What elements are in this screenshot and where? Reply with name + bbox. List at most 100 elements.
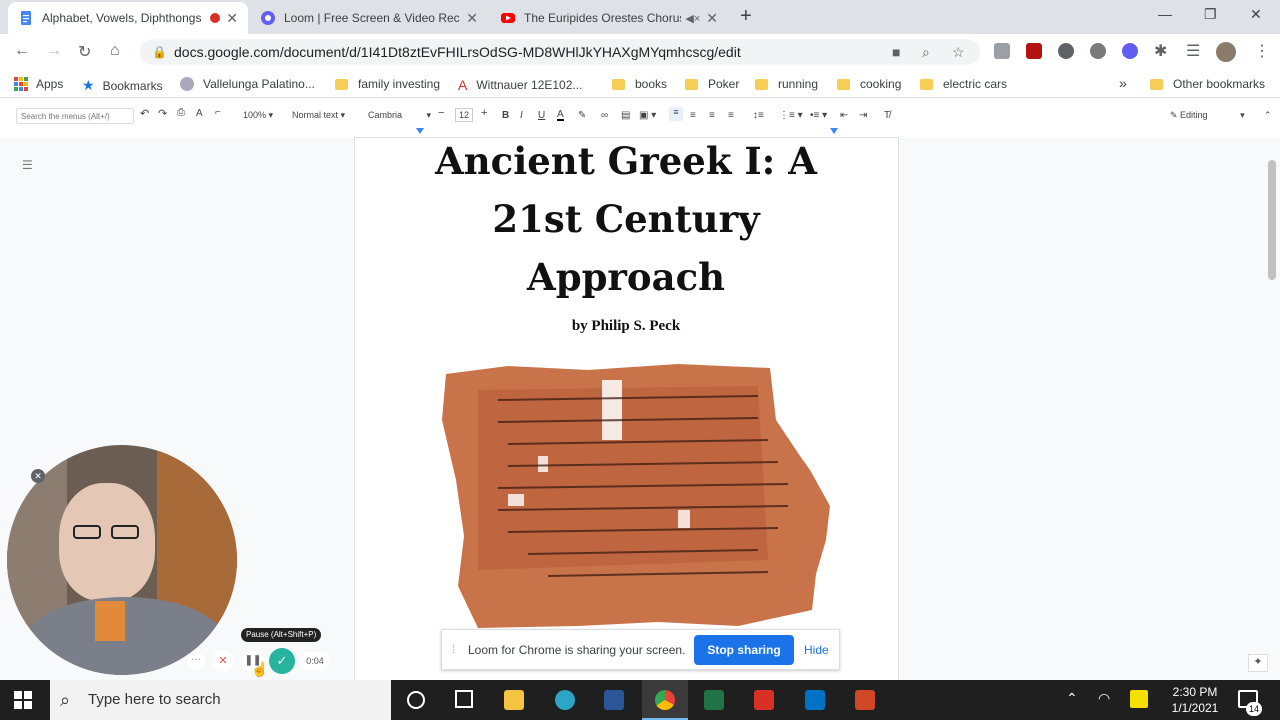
bookmark-bookmarks[interactable]: ★ Bookmarks: [82, 77, 163, 94]
font-size-input[interactable]: 12: [455, 108, 473, 122]
font-select[interactable]: Cambria ▾: [368, 110, 431, 121]
scrollbar-thumb[interactable]: [1268, 160, 1276, 280]
bookmark-wittnauer[interactable]: A Wittnauer 12E102...: [458, 77, 582, 93]
extension-icon[interactable]: [994, 43, 1010, 59]
folder-icon: [837, 78, 850, 90]
increase-font-icon[interactable]: +: [481, 107, 487, 119]
system-clock[interactable]: 2:30 PM 1/1/2021: [1160, 684, 1230, 716]
spellcheck-icon[interactable]: A: [196, 108, 203, 119]
stop-sharing-button[interactable]: Stop sharing: [694, 635, 794, 665]
explore-icon[interactable]: ✦: [1248, 654, 1268, 672]
mode-select[interactable]: ✎ Editing ▾: [1170, 110, 1245, 121]
close-bubble-icon[interactable]: ✕: [31, 469, 45, 483]
bookmark-books[interactable]: books: [612, 77, 667, 91]
close-icon[interactable]: ✕: [226, 10, 238, 27]
outline-icon[interactable]: ☰: [22, 158, 33, 172]
bookmark-vallelunga[interactable]: Vallelunga Palatino...: [180, 77, 315, 91]
print-icon[interactable]: ⎙: [177, 107, 185, 118]
justify-icon[interactable]: ≡: [728, 110, 734, 121]
menu-icon[interactable]: ⋮: [1254, 41, 1270, 61]
chevron-right-icon[interactable]: »: [1119, 75, 1127, 91]
decrease-font-icon[interactable]: −: [438, 107, 444, 119]
wifi-icon[interactable]: ◠: [1098, 690, 1110, 707]
bookmark-running[interactable]: running: [755, 77, 818, 91]
bookmark-other[interactable]: Other bookmarks: [1150, 77, 1265, 91]
menu-search-input[interactable]: Search the menus (Alt+/): [16, 108, 134, 124]
forward-icon[interactable]: →: [46, 42, 62, 60]
tab-docs[interactable]: Alphabet, Vowels, Diphthongs ✕: [8, 2, 248, 34]
image-icon[interactable]: ▣ ▾: [639, 110, 656, 121]
hide-button[interactable]: Hide: [804, 643, 829, 657]
comment-icon[interactable]: ▤: [621, 110, 630, 121]
bulleted-list-icon[interactable]: •≡ ▾: [810, 110, 827, 121]
text-color-icon[interactable]: A: [557, 110, 564, 121]
underline-icon[interactable]: U: [538, 110, 545, 121]
ublock-icon[interactable]: [1026, 43, 1042, 59]
reload-icon[interactable]: ↻: [78, 42, 91, 62]
increase-indent-icon[interactable]: ⇥: [859, 110, 867, 121]
more-options-icon[interactable]: ···: [187, 652, 205, 670]
close-icon[interactable]: ✕: [706, 10, 718, 27]
italic-icon[interactable]: I: [520, 110, 523, 121]
close-window-button[interactable]: ✕: [1250, 6, 1262, 23]
back-icon[interactable]: ←: [14, 42, 30, 60]
star-icon[interactable]: ☆: [952, 39, 965, 65]
title-line: Ancient Greek I: A: [435, 139, 817, 183]
edge-icon[interactable]: [555, 690, 575, 710]
restore-button[interactable]: ❐: [1204, 6, 1217, 23]
tab-loom[interactable]: Loom | Free Screen & Video Recording ✕: [250, 2, 488, 34]
file-explorer-icon[interactable]: [504, 690, 524, 710]
bold-icon[interactable]: B: [502, 110, 509, 121]
outlook-icon[interactable]: [805, 690, 825, 710]
windows-start-icon[interactable]: [14, 691, 32, 709]
drag-handle-icon[interactable]: ⁞: [452, 642, 455, 656]
minimize-button[interactable]: —: [1158, 6, 1172, 22]
tab-youtube[interactable]: The Euripides Orestes Chorus ◀× ✕: [490, 2, 728, 34]
address-bar[interactable]: 🔒 docs.google.com/document/d/1I41Dt8ztEv…: [140, 39, 980, 65]
align-right-icon[interactable]: ≡: [709, 110, 715, 121]
new-tab-button[interactable]: +: [740, 5, 752, 28]
collapse-icon[interactable]: ⌃: [1264, 110, 1272, 121]
link-icon[interactable]: ∞: [601, 110, 608, 121]
zoom-icon[interactable]: ⌕: [922, 39, 930, 65]
chevron-up-icon[interactable]: ⌃: [1066, 690, 1078, 707]
paint-format-icon[interactable]: ⌐: [215, 107, 221, 118]
clear-formatting-icon[interactable]: T̸: [884, 110, 890, 121]
cancel-recording-icon[interactable]: ✕: [212, 650, 234, 672]
extension-icon[interactable]: [1058, 43, 1074, 59]
zoom-select[interactable]: 100% ▾: [243, 110, 273, 121]
taskbar-search-input[interactable]: ⌕ Type here to search: [50, 680, 391, 720]
bookmark-apps[interactable]: Apps: [14, 77, 63, 91]
bookmark-family-investing[interactable]: family investing: [335, 77, 440, 91]
tray-app-icon[interactable]: [1130, 690, 1148, 708]
align-center-icon[interactable]: ≡: [690, 110, 696, 121]
decrease-indent-icon[interactable]: ⇤: [840, 110, 848, 121]
mute-icon[interactable]: ◀×: [685, 12, 700, 25]
task-view-icon[interactable]: [455, 690, 473, 708]
numbered-list-icon[interactable]: ⋮≡ ▾: [779, 110, 803, 121]
acrobat-icon[interactable]: [754, 690, 774, 710]
avatar[interactable]: [1216, 42, 1236, 62]
finish-recording-icon[interactable]: ✓: [269, 648, 295, 674]
bookmark-electric-cars[interactable]: electric cars: [920, 77, 1007, 91]
cortana-icon[interactable]: [407, 691, 425, 709]
undo-icon[interactable]: ↶: [140, 107, 149, 120]
extension-icon[interactable]: [1090, 43, 1106, 59]
word-icon[interactable]: [604, 690, 624, 710]
redo-icon[interactable]: ↷: [158, 107, 167, 120]
chrome-taskbar-button[interactable]: [642, 680, 688, 720]
excel-icon[interactable]: [704, 690, 724, 710]
home-icon[interactable]: ⌂: [110, 42, 120, 60]
camera-icon[interactable]: ■: [892, 39, 900, 65]
bookmark-cooking[interactable]: cooking: [837, 77, 901, 91]
powerpoint-icon[interactable]: [855, 690, 875, 710]
bookmark-poker[interactable]: Poker: [685, 77, 739, 91]
line-spacing-icon[interactable]: ↕≡: [753, 110, 764, 121]
align-left-icon[interactable]: ≡: [669, 107, 683, 121]
close-icon[interactable]: ✕: [466, 10, 478, 27]
highlight-icon[interactable]: ✎: [578, 110, 586, 121]
style-select[interactable]: Normal text ▾: [292, 110, 345, 121]
puzzle-icon[interactable]: ✱: [1154, 41, 1167, 61]
loom-extension-icon[interactable]: [1122, 43, 1138, 59]
reading-list-icon[interactable]: ☰: [1186, 41, 1200, 61]
